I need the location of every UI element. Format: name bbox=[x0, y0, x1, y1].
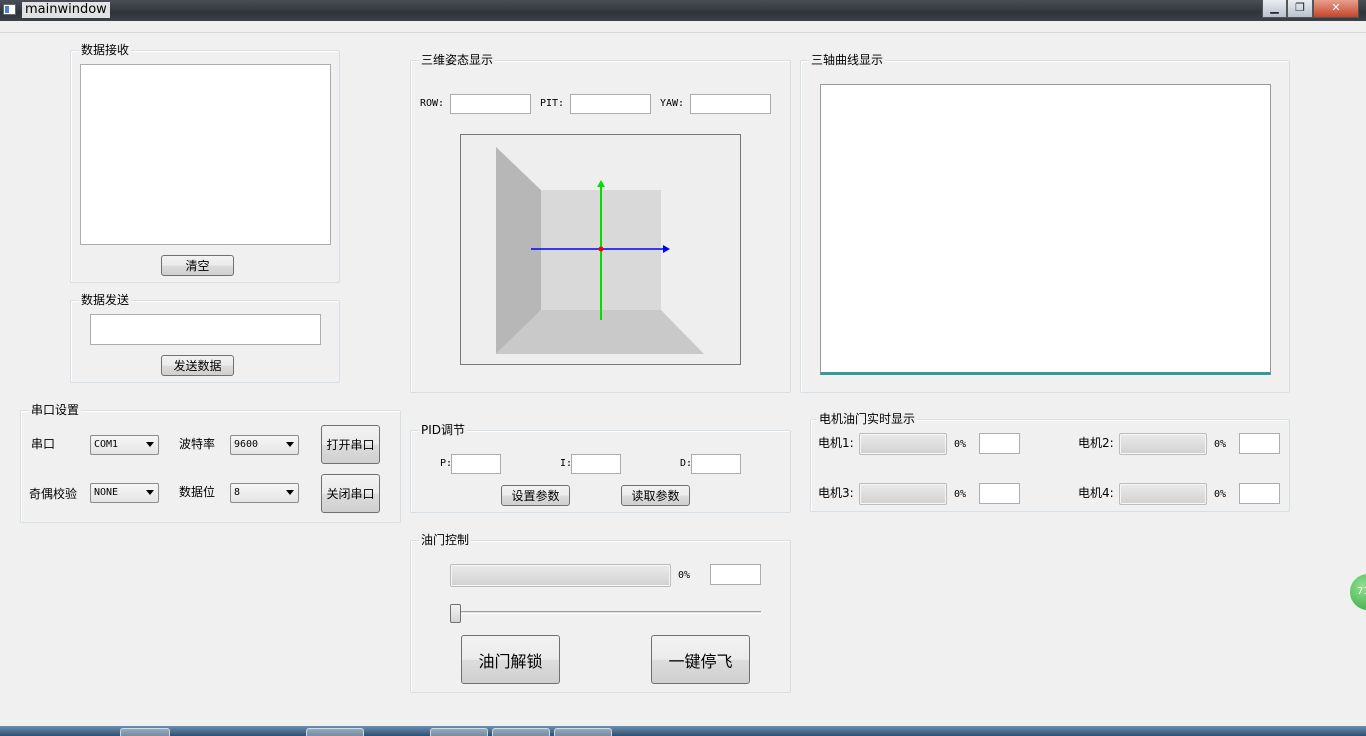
baud-combo-value: 9600 bbox=[234, 439, 259, 450]
taskbar-item[interactable] bbox=[306, 728, 364, 736]
parity-label: 奇偶校验 bbox=[29, 487, 78, 501]
databits-label: 数据位 bbox=[179, 485, 216, 499]
pit-input[interactable] bbox=[570, 94, 651, 114]
databits-combo[interactable]: 8 bbox=[230, 483, 299, 503]
motors-group-title: 电机油门实时显示 bbox=[817, 412, 918, 426]
x-axis-arrow bbox=[663, 245, 670, 253]
motor-4-label: 电机4: bbox=[1078, 486, 1114, 500]
window-title: mainwindow bbox=[22, 2, 110, 18]
motor-4-progress bbox=[1119, 483, 1207, 505]
motor-4-input[interactable] bbox=[1239, 483, 1280, 504]
motor-3-percent: 0% bbox=[954, 489, 967, 500]
serial-group-title: 串口设置 bbox=[29, 403, 82, 417]
send-group-title: 数据发送 bbox=[79, 293, 132, 307]
port-combo[interactable]: COM1 bbox=[90, 435, 159, 455]
motor-1-label: 电机1: bbox=[818, 436, 854, 450]
menu-bar bbox=[0, 21, 1366, 33]
emergency-stop-button[interactable]: 一键停飞 bbox=[651, 635, 750, 684]
slider-handle[interactable] bbox=[450, 604, 461, 623]
close-port-button[interactable]: 关闭串口 bbox=[321, 474, 380, 513]
attitude-3d-canvas bbox=[496, 147, 704, 354]
origin-point bbox=[598, 246, 604, 252]
databits-combo-value: 8 bbox=[234, 487, 241, 498]
parity-combo[interactable]: NONE bbox=[90, 483, 159, 503]
throttle-percent: 0% bbox=[678, 570, 691, 581]
chevron-down-icon bbox=[286, 442, 294, 447]
taskbar-item[interactable] bbox=[492, 728, 550, 736]
pit-label: PIT: bbox=[540, 98, 565, 109]
send-data-button[interactable]: 发送数据 bbox=[161, 355, 234, 376]
motor-2-label: 电机2: bbox=[1078, 436, 1114, 450]
chevron-down-icon bbox=[286, 490, 294, 495]
set-params-button[interactable]: 设置参数 bbox=[501, 485, 570, 506]
motor-3-label: 电机3: bbox=[818, 486, 854, 500]
baud-label: 波特率 bbox=[179, 437, 216, 451]
maximize-button[interactable]: ❐ bbox=[1287, 0, 1313, 18]
title-bar[interactable]: mainwindow ▁ ❐ ✕ bbox=[0, 0, 1366, 21]
parity-combo-value: NONE bbox=[94, 487, 119, 498]
receive-group-title: 数据接收 bbox=[79, 43, 132, 57]
motor-2-input[interactable] bbox=[1239, 433, 1280, 454]
baud-combo[interactable]: 9600 bbox=[230, 435, 299, 455]
unlock-throttle-button[interactable]: 油门解锁 bbox=[461, 635, 560, 684]
receive-textarea[interactable] bbox=[80, 64, 331, 245]
taskbar-item[interactable] bbox=[120, 728, 170, 736]
curve-plot-area[interactable] bbox=[820, 84, 1271, 375]
slider-track bbox=[450, 611, 761, 614]
motor-4-percent: 0% bbox=[1214, 489, 1227, 500]
close-button[interactable]: ✕ bbox=[1313, 0, 1359, 18]
yaw-input[interactable] bbox=[690, 94, 771, 114]
motor-3-progress bbox=[859, 483, 947, 505]
floating-badge[interactable]: 71 bbox=[1348, 572, 1366, 612]
curve-group-title: 三轴曲线显示 bbox=[809, 53, 886, 67]
attitude-group-title: 三维姿态显示 bbox=[419, 53, 496, 67]
row-label: ROW: bbox=[420, 98, 445, 109]
read-params-button[interactable]: 读取参数 bbox=[621, 485, 690, 506]
throttle-group-title: 油门控制 bbox=[419, 533, 472, 547]
pid-group-title: PID调节 bbox=[419, 423, 468, 437]
minimize-button[interactable]: ▁ bbox=[1262, 0, 1287, 18]
throttle-slider[interactable] bbox=[450, 603, 761, 623]
attitude-3d-view[interactable] bbox=[460, 134, 741, 365]
app-icon bbox=[3, 4, 16, 15]
port-label: 串口 bbox=[31, 437, 56, 451]
yaw-label: YAW: bbox=[660, 98, 685, 109]
motor-2-progress bbox=[1119, 433, 1207, 455]
motor-1-input[interactable] bbox=[979, 433, 1020, 454]
chevron-down-icon bbox=[146, 490, 154, 495]
motor-3-input[interactable] bbox=[979, 483, 1020, 504]
open-port-button[interactable]: 打开串口 bbox=[321, 425, 380, 464]
d-input[interactable] bbox=[691, 454, 741, 474]
throttle-input[interactable] bbox=[710, 564, 761, 585]
motor-1-progress bbox=[859, 433, 947, 455]
motor-1-percent: 0% bbox=[954, 439, 967, 450]
taskbar-item[interactable] bbox=[430, 728, 488, 736]
taskbar bbox=[0, 726, 1366, 736]
clear-button[interactable]: 清空 bbox=[161, 255, 234, 276]
row-input[interactable] bbox=[450, 94, 531, 114]
taskbar-item[interactable] bbox=[554, 728, 612, 736]
motor-2-percent: 0% bbox=[1214, 439, 1227, 450]
throttle-progress bbox=[450, 564, 671, 587]
port-combo-value: COM1 bbox=[94, 439, 119, 450]
p-input[interactable] bbox=[451, 454, 501, 474]
send-input[interactable] bbox=[90, 314, 321, 345]
i-input[interactable] bbox=[571, 454, 621, 474]
chevron-down-icon bbox=[146, 442, 154, 447]
y-axis-arrow bbox=[597, 180, 605, 187]
